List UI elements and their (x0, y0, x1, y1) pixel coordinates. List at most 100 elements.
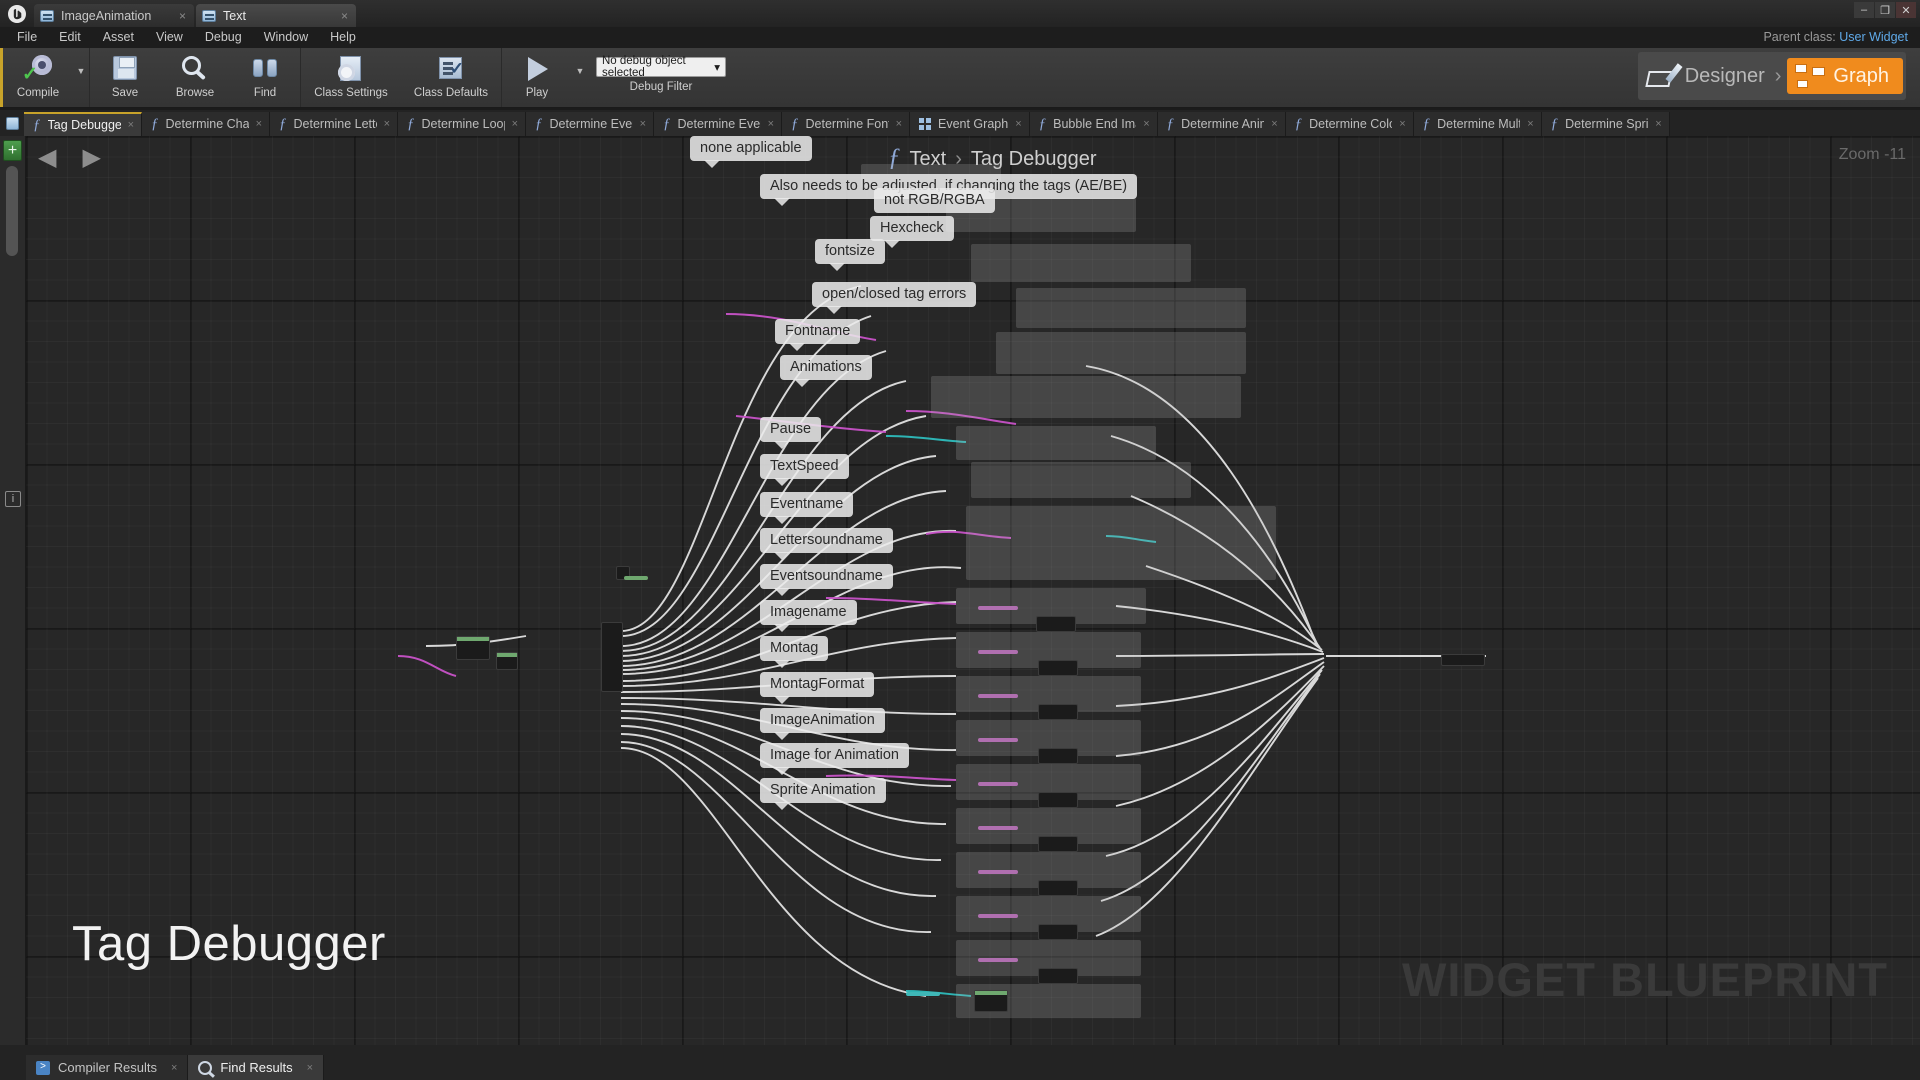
close-icon[interactable]: × (1655, 118, 1661, 130)
graph-tab-determine-animat[interactable]: ƒ Determine Animat × (1157, 112, 1286, 136)
menu-window[interactable]: Window (253, 27, 319, 48)
graph-navigation: ◀ ▶ (38, 146, 101, 170)
node-comment-bubble[interactable]: not RGB/RGBA (874, 188, 995, 213)
debug-object-value: No debug object selected (602, 55, 686, 79)
minimize-icon[interactable]: – (1854, 2, 1874, 18)
window-tab-imageanimation[interactable]: ImageAnimation × (34, 4, 194, 27)
node-comment-bubble[interactable]: Pause (760, 417, 822, 449)
play-button[interactable]: Play (502, 48, 572, 107)
browse-button[interactable]: Browse (160, 48, 230, 107)
graph-tab-event-graph[interactable]: Event Graph × (910, 112, 1030, 136)
node-comment-bubble[interactable]: Animations (780, 355, 872, 387)
menu-asset[interactable]: Asset (92, 27, 145, 48)
close-icon[interactable]: × (341, 9, 348, 23)
close-icon[interactable]: × (171, 1062, 177, 1074)
graph-tab-determine-font[interactable]: ƒ Determine Font × (782, 112, 910, 136)
blueprint-graph-canvas[interactable]: ◀ ▶ ƒ Text › Tag Debugger Zoom -11 none … (26, 136, 1920, 1045)
graph-tab-label: Bubble End Image (1053, 117, 1136, 131)
close-icon[interactable]: × (128, 119, 134, 131)
close-icon[interactable]: × (512, 118, 518, 130)
graph-tab-determine-loopar[interactable]: ƒ Determine Loopar × (398, 112, 526, 136)
compile-button[interactable]: ✓ Compile (3, 48, 73, 107)
play-dropdown-icon[interactable]: ▼ (572, 48, 588, 107)
close-icon[interactable]: × (768, 118, 774, 130)
function-icon: ƒ (535, 115, 543, 132)
nav-forward-icon[interactable]: ▶ (82, 146, 100, 170)
node-comment-bubble[interactable]: none applicable (690, 136, 812, 168)
close-icon[interactable]: × (179, 9, 186, 23)
node-comment-bubble[interactable]: Eventname (760, 492, 854, 524)
window-tab-label: ImageAnimation (61, 8, 152, 23)
close-icon[interactable]: × (1399, 118, 1405, 130)
close-icon[interactable]: × (1271, 118, 1277, 130)
close-icon[interactable]: × (640, 118, 646, 130)
close-icon[interactable]: × (1015, 118, 1021, 130)
class-defaults-button[interactable]: ✓ Class Defaults (401, 48, 501, 107)
close-icon[interactable]: × (896, 118, 902, 130)
left-rail: + i (0, 136, 26, 1045)
parent-class-value[interactable]: User Widget (1839, 30, 1908, 44)
nav-back-icon[interactable]: ◀ (38, 146, 56, 170)
node-comment-bubble[interactable]: Fontname (775, 319, 861, 351)
debug-filter-label: Debug Filter (629, 81, 693, 93)
node-comment-bubble[interactable]: Montag (760, 636, 829, 668)
graph-tab-determine-event[interactable]: ƒ Determine Event × (526, 112, 654, 136)
window-tab-text[interactable]: Text × (196, 4, 356, 27)
parent-class-info: Parent class: User Widget (1763, 27, 1908, 48)
menu-edit[interactable]: Edit (48, 27, 92, 48)
graph-tab-label: Determine Color (1309, 117, 1393, 131)
node-comment-bubble[interactable]: Hexcheck (870, 216, 954, 248)
info-icon[interactable]: i (5, 491, 21, 507)
node-comment-bubble[interactable]: TextSpeed (760, 454, 849, 486)
node-comment-bubble[interactable]: Sprite Animation (760, 778, 886, 810)
node-comment-bubble[interactable]: ImageAnimation (760, 708, 885, 740)
function-icon: ƒ (1550, 115, 1559, 132)
close-icon[interactable]: × (1143, 118, 1149, 130)
find-button[interactable]: Find (230, 48, 300, 107)
function-icon: ƒ (791, 115, 799, 132)
designer-mode-button[interactable]: Designer (1641, 63, 1775, 89)
node-comment-bubble[interactable]: fontsize (815, 239, 885, 271)
menu-file[interactable]: File (6, 27, 48, 48)
compile-dropdown-icon[interactable]: ▼ (73, 48, 89, 107)
menu-help[interactable]: Help (319, 27, 367, 48)
save-button[interactable]: Save (90, 48, 160, 107)
play-label: Play (525, 87, 549, 99)
graph-tab-determine-letter-s[interactable]: ƒ Determine Letter S × (270, 112, 398, 136)
graph-tab-determine-event-s[interactable]: ƒ Determine Event S × (654, 112, 782, 136)
node-comment-bubble[interactable]: MontagFormat (760, 672, 875, 704)
close-icon[interactable]: × (384, 118, 390, 130)
close-icon[interactable]: × (1527, 118, 1533, 130)
graph-mode-button[interactable]: Graph (1787, 58, 1903, 94)
menu-debug[interactable]: Debug (194, 27, 253, 48)
class-settings-button[interactable]: Class Settings (301, 48, 401, 107)
node-comment-bubble[interactable]: Lettersoundname (760, 528, 893, 560)
node-comment-bubble[interactable]: Imagename (760, 600, 857, 632)
graph-tab-determine-charac[interactable]: ƒ Determine Charac × (142, 112, 270, 136)
node-comment-bubble[interactable]: Image for Animation (760, 743, 909, 775)
menu-view[interactable]: View (145, 27, 194, 48)
bottom-tab-find-results[interactable]: Find Results × (188, 1055, 325, 1080)
graph-tab-bubble-end-image[interactable]: ƒ Bubble End Image × (1029, 112, 1158, 136)
debug-object-select[interactable]: No debug object selected ▾ (596, 55, 726, 79)
main-toolbar: ✓ Compile ▼ Save Browse Find Class Setti… (0, 48, 1920, 108)
rail-scrollbar[interactable] (6, 166, 18, 256)
node-comment-bubble[interactable]: open/closed tag errors (812, 282, 977, 314)
graph-tab-determine-sprite-a[interactable]: ƒ Determine Sprite A × (1541, 112, 1670, 136)
title-bar: ImageAnimation × Text × – ❐ ✕ (0, 0, 1920, 27)
function-icon: ƒ (663, 115, 671, 132)
add-item-button[interactable]: + (3, 140, 22, 161)
compile-label: Compile (16, 87, 60, 99)
function-icon: ƒ (151, 115, 159, 132)
close-icon[interactable]: × (307, 1062, 313, 1074)
graph-tab-leading-icon (0, 110, 24, 136)
node-comment-bubble[interactable]: Eventsoundname (760, 564, 893, 596)
bottom-tab-compiler-results[interactable]: > Compiler Results × (26, 1055, 189, 1080)
graph-tab-tag-debugger[interactable]: ƒ Tag Debugger × (24, 112, 142, 136)
close-icon[interactable]: × (256, 118, 262, 130)
close-icon[interactable]: ✕ (1896, 2, 1916, 18)
zoom-level-label: Zoom -11 (1838, 146, 1906, 163)
graph-tab-determine-multita[interactable]: ƒ Determine Multita × (1413, 112, 1542, 136)
graph-tab-determine-color[interactable]: ƒ Determine Color × (1285, 112, 1414, 136)
maximize-icon[interactable]: ❐ (1875, 2, 1895, 18)
